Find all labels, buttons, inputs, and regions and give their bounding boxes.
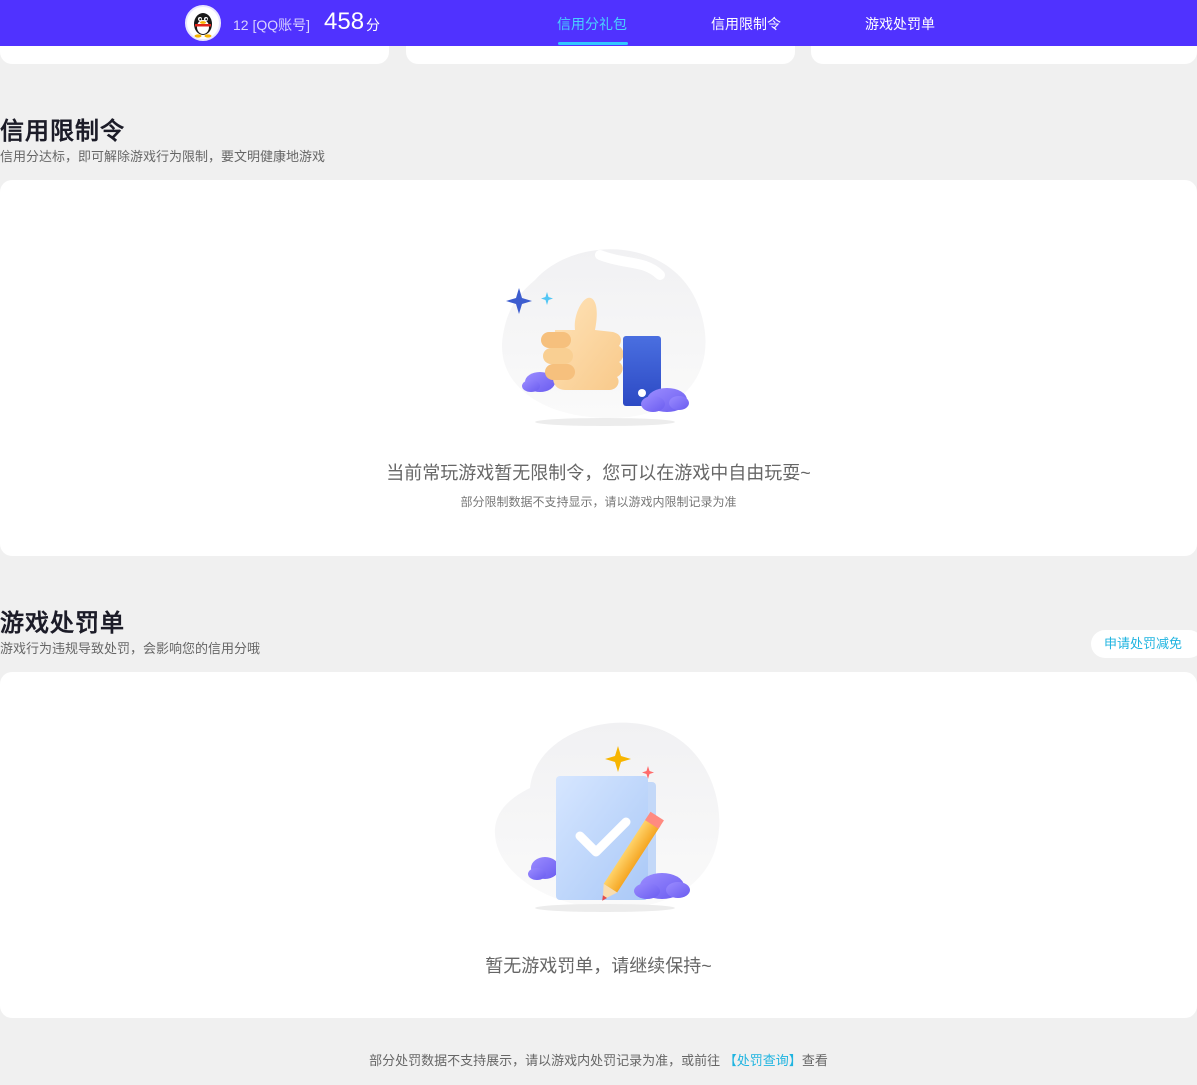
top-nav-bar: 12 [QQ账号] 458 分 信用分礼包 信用限制令 游戏处罚单 xyxy=(0,0,1197,46)
restriction-empty-note: 部分限制数据不支持显示，请以游戏内限制记录为准 xyxy=(460,495,737,509)
penalty-query-link[interactable]: 【处罚查询】 xyxy=(724,1053,802,1068)
restriction-empty-message: 当前常玩游戏暂无限制令，您可以在游戏中自由玩耍~ xyxy=(386,463,811,483)
qq-penguin-icon xyxy=(194,13,212,38)
account-info: 12 [QQ账号] xyxy=(233,15,310,35)
clipboard-pencil-illustration xyxy=(494,722,720,912)
penalty-empty-message: 暂无游戏罚单，请继续保持~ xyxy=(485,956,712,976)
account-type: [QQ账号] xyxy=(252,17,311,33)
account-level: 12 xyxy=(233,17,249,33)
tab-credit-restriction[interactable]: 信用限制令 xyxy=(711,14,781,34)
restriction-panel: 当前常玩游戏暂无限制令，您可以在游戏中自由玩耍~ 部分限制数据不支持显示，请以游… xyxy=(0,180,1197,556)
tab-game-penalty[interactable]: 游戏处罚单 xyxy=(865,14,935,34)
penalty-section-subtitle: 游戏行为违规导致处罚，会影响您的信用分哦 xyxy=(0,641,261,656)
footer-text: 部分处罚数据不支持展示，请以游戏内处罚记录为准，或前往 xyxy=(369,1053,721,1068)
credit-score: 458 xyxy=(324,8,365,35)
penalty-section-title: 游戏处罚单 xyxy=(0,610,125,637)
thumbs-up-illustration xyxy=(501,249,706,426)
apply-penalty-reduction-button[interactable]: 申请处罚减免 xyxy=(1091,630,1197,658)
avatar[interactable] xyxy=(185,5,221,41)
tab-credit-gift[interactable]: 信用分礼包 xyxy=(557,14,627,34)
credit-score-unit: 分 xyxy=(366,17,380,33)
footer-text-after: 查看 xyxy=(801,1053,828,1068)
active-tab-indicator xyxy=(558,42,628,45)
restriction-section-title: 信用限制令 xyxy=(0,118,125,145)
penalty-panel: 暂无游戏罚单，请继续保持~ xyxy=(0,672,1197,1018)
restriction-section-subtitle: 信用分达标，即可解除游戏行为限制，要文明健康地游戏 xyxy=(0,149,326,164)
penalty-footer-note: 部分处罚数据不支持展示，请以游戏内处罚记录为准，或前往 【处罚查询】查看 xyxy=(0,1050,1197,1069)
